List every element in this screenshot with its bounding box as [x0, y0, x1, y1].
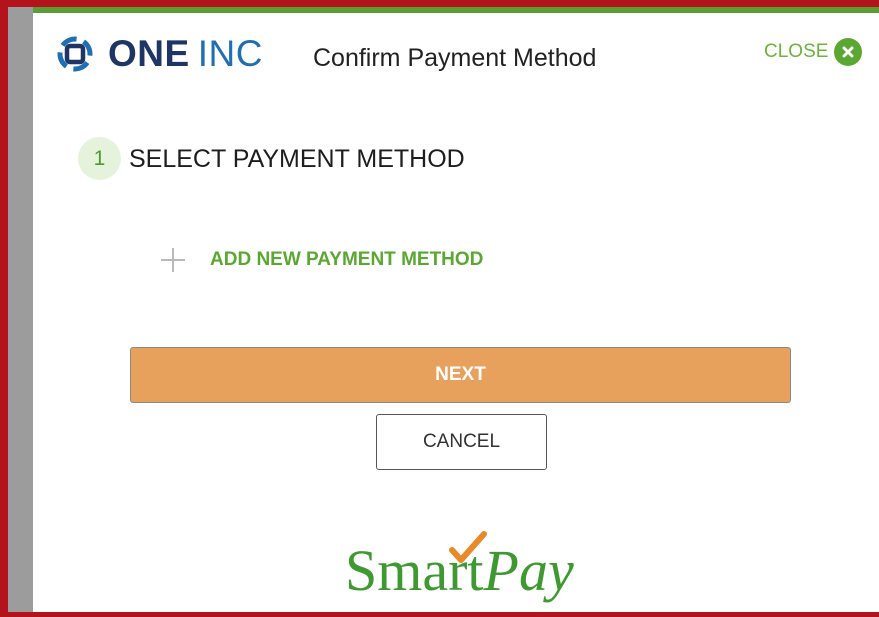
close-button[interactable]: CLOSE [764, 38, 863, 66]
step-title: SELECT PAYMENT METHOD [129, 145, 465, 173]
smartpay-logo: SmartPay [345, 530, 574, 612]
logo-inc-text: INC [197, 33, 263, 74]
logo-one-text: ONE [108, 33, 190, 74]
cancel-button[interactable]: CANCEL [376, 414, 547, 470]
smartpay-pay: Pay [483, 538, 574, 603]
payment-modal [33, 13, 879, 612]
add-payment-method-link[interactable]: ADD NEW PAYMENT METHOD [160, 247, 483, 273]
modal-title: Confirm Payment Method [313, 44, 597, 72]
one-inc-logo-icon [57, 36, 93, 72]
next-button[interactable]: NEXT [130, 347, 791, 403]
step-number-badge: 1 [78, 137, 121, 180]
close-icon[interactable] [834, 38, 863, 66]
one-inc-logo: ONE INC [50, 33, 263, 74]
close-label: CLOSE [764, 41, 829, 62]
checkmark-icon [449, 531, 487, 563]
side-strip [8, 7, 33, 612]
plus-icon [160, 247, 186, 273]
add-payment-method-label: ADD NEW PAYMENT METHOD [210, 249, 484, 270]
